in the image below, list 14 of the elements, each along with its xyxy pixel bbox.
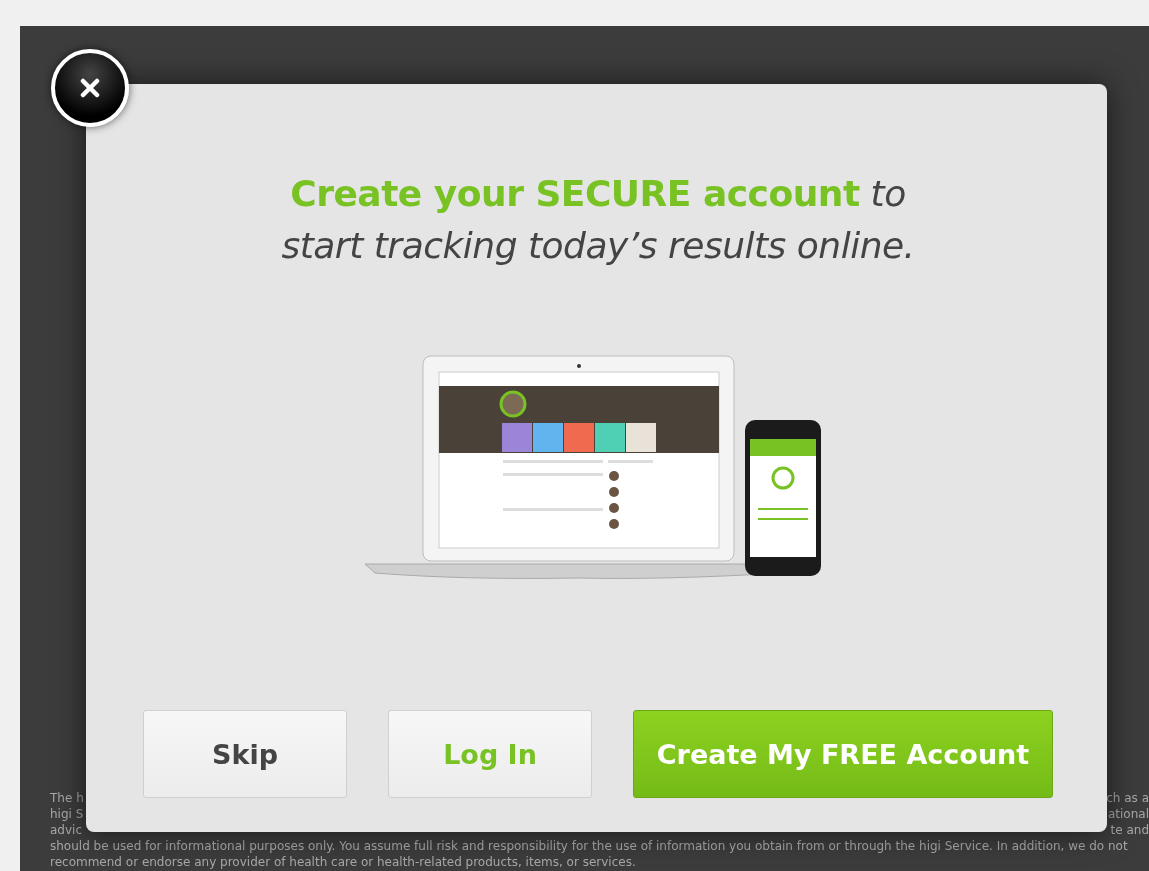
disclaimer-text: The h [50,790,84,806]
close-button[interactable] [51,49,129,127]
skip-button[interactable]: Skip [143,710,347,798]
close-icon [80,78,100,98]
disclaimer-text: advic [50,822,82,838]
disclaimer-text: ch as a [1106,790,1149,806]
disclaimer-text: ational [1107,806,1149,822]
create-account-button[interactable]: Create My FREE Account [633,710,1053,798]
login-button[interactable]: Log In [388,710,592,798]
disclaimer-text: higi S [50,806,84,822]
disclaimer-text: recommend or endorse any provider of health care or health-related products, items, or services. [50,854,636,870]
disclaimer-text: should be used for informational purposes only. You assume full risk and responsibility for the use of information you obtain from or through the higi Service. In addition, we do not [50,838,1128,854]
disclaimer-text: te and [1110,822,1149,838]
headline: Create your SECURE account to start tracking today’s results online. [280,172,916,268]
